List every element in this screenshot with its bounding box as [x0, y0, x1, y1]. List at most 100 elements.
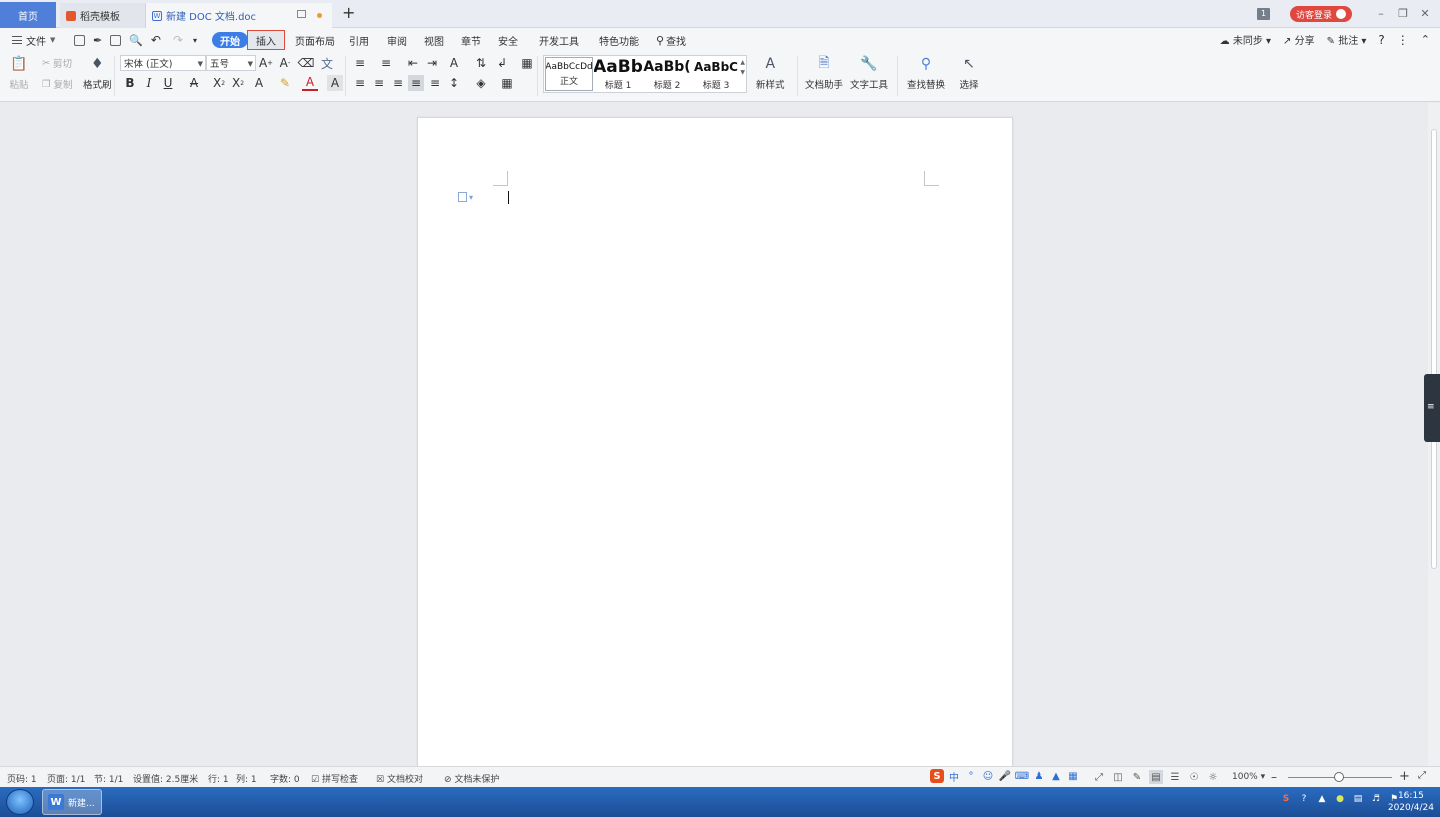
- justify-icon[interactable]: ≡: [408, 75, 424, 91]
- more-icon[interactable]: ⋮: [1397, 33, 1409, 47]
- volume-icon[interactable]: ♬: [1370, 793, 1382, 805]
- align-center-icon[interactable]: ≡: [371, 75, 387, 91]
- tab-start[interactable]: 开始: [212, 32, 248, 48]
- tab-developer[interactable]: 开发工具: [539, 32, 579, 48]
- font-name-select[interactable]: 宋体 (正文) ▼: [120, 55, 206, 71]
- shrink-font-icon[interactable]: A-: [277, 55, 293, 71]
- redo-icon[interactable]: ↷: [173, 33, 183, 47]
- minimize-icon[interactable]: –: [1370, 4, 1392, 22]
- align-right-icon[interactable]: ≡: [390, 75, 406, 91]
- clear-format-icon[interactable]: ⌫: [298, 55, 315, 71]
- increase-indent-icon[interactable]: ⇥: [424, 55, 440, 71]
- monitor-icon[interactable]: [297, 10, 306, 18]
- reading-view-icon[interactable]: ◫: [1111, 770, 1125, 784]
- side-panel-toggle[interactable]: ≡: [1424, 374, 1440, 442]
- protect-button[interactable]: ⊘ 文档未保护: [444, 772, 499, 785]
- sort-icon[interactable]: ⇅: [473, 55, 489, 71]
- close-icon[interactable]: ✕: [1414, 4, 1436, 22]
- chinese-mode-icon[interactable]: 中: [947, 769, 961, 784]
- bullet-list-icon[interactable]: ≡: [352, 55, 368, 71]
- cut-button[interactable]: ✂ 剪切: [42, 56, 72, 71]
- style-heading-2[interactable]: AaBb( 标题 2: [643, 57, 691, 91]
- bold-icon[interactable]: B: [122, 75, 138, 91]
- numbered-list-icon[interactable]: ≡: [378, 55, 394, 71]
- outline-view-icon[interactable]: ☰: [1168, 770, 1182, 784]
- print-icon[interactable]: [110, 34, 122, 46]
- restore-icon[interactable]: ❐: [1392, 4, 1414, 22]
- zoom-slider-knob[interactable]: [1334, 772, 1344, 782]
- scrollbar-thumb[interactable]: [1431, 129, 1437, 569]
- select-button[interactable]: ↖ 选择: [959, 54, 979, 91]
- zoom-in-icon[interactable]: +: [1399, 769, 1410, 784]
- undo-icon[interactable]: ↶: [151, 33, 161, 47]
- decrease-indent-icon[interactable]: ⇤: [405, 55, 421, 71]
- phonetic-icon[interactable]: 文: [319, 55, 335, 71]
- line-spacing-icon[interactable]: ↕: [446, 75, 462, 91]
- spell-check-button[interactable]: ☑ 拼写检查: [311, 772, 358, 785]
- strikethrough-icon[interactable]: A: [186, 75, 202, 91]
- taskbar-wps-item[interactable]: W 新建...: [42, 789, 102, 815]
- grow-font-icon[interactable]: A +: [258, 55, 274, 71]
- new-tab-button[interactable]: +: [342, 5, 355, 21]
- columns-icon[interactable]: ▦: [519, 55, 535, 71]
- share-button[interactable]: ↗ 分享: [1283, 32, 1315, 47]
- save-icon[interactable]: [74, 34, 85, 46]
- app-tray-icon[interactable]: ●: [1334, 793, 1346, 805]
- file-menu[interactable]: 文件 ▼: [12, 32, 55, 48]
- subscript-icon[interactable]: X2: [230, 75, 246, 91]
- network-icon[interactable]: ▤: [1352, 793, 1364, 805]
- tab-references[interactable]: 引用: [349, 32, 369, 48]
- fullscreen-icon[interactable]: ⤢: [1092, 770, 1106, 784]
- shading-icon[interactable]: ◈: [473, 75, 489, 91]
- proofread-button[interactable]: ☒ 文档校对: [376, 772, 423, 785]
- tab-document[interactable]: W 新建 DOC 文档.doc: [146, 3, 332, 28]
- new-style-button[interactable]: A 新样式: [756, 54, 785, 91]
- tab-insert[interactable]: 插入: [247, 30, 285, 50]
- start-button[interactable]: [6, 789, 34, 815]
- format-painter-icon[interactable]: ✒: [93, 34, 102, 47]
- collapse-ribbon-icon[interactable]: ⌃: [1421, 33, 1430, 46]
- tray-expand-icon[interactable]: ▲: [1316, 793, 1328, 805]
- format-painter-button[interactable]: ♦ 格式刷: [83, 54, 112, 91]
- italic-icon[interactable]: I: [141, 75, 157, 91]
- sogou-tray-icon[interactable]: S: [1280, 793, 1292, 805]
- document-area[interactable]: ▾: [0, 103, 1428, 777]
- punctuation-icon[interactable]: °: [964, 769, 978, 783]
- sync-button[interactable]: ☁ 未同步 ▾: [1220, 32, 1271, 47]
- paste-button[interactable]: 📋 粘贴: [9, 54, 29, 91]
- tab-template[interactable]: 稻壳模板: [60, 3, 146, 28]
- status-words[interactable]: 字数: 0: [270, 772, 300, 785]
- text-effect-icon[interactable]: A: [251, 75, 267, 91]
- font-color-icon[interactable]: A: [302, 75, 318, 91]
- zoom-out-icon[interactable]: –: [1271, 770, 1277, 784]
- web-view-icon[interactable]: ☉: [1187, 770, 1201, 784]
- style-normal[interactable]: AaBbCcDd 正文: [545, 57, 593, 91]
- doc-assistant-button[interactable]: 🗎 文档助手: [805, 54, 843, 91]
- write-view-icon[interactable]: ✎: [1130, 770, 1144, 784]
- highlight-icon[interactable]: ✎: [277, 75, 293, 91]
- align-left-icon[interactable]: ≡: [352, 75, 368, 91]
- char-shading-icon[interactable]: A: [327, 75, 343, 91]
- comment-button[interactable]: ✎ 批注 ▾: [1327, 32, 1367, 47]
- borders-icon[interactable]: ▦: [499, 75, 515, 91]
- tab-view[interactable]: 视图: [424, 32, 444, 48]
- skin-icon[interactable]: ▲: [1049, 769, 1063, 783]
- text-tools-button[interactable]: 🔧 文字工具: [850, 54, 888, 91]
- tab-review[interactable]: 审阅: [387, 32, 407, 48]
- document-page[interactable]: ▾: [417, 117, 1013, 777]
- keyboard-icon[interactable]: ⌨: [1015, 769, 1029, 783]
- distributed-icon[interactable]: ≡: [427, 75, 443, 91]
- find-replace-button[interactable]: ⚲ 查找替换: [907, 54, 945, 91]
- copy-button[interactable]: ❐ 复制: [42, 77, 73, 92]
- text-direction-icon[interactable]: A: [446, 55, 462, 71]
- eye-protect-icon[interactable]: ☼: [1206, 770, 1220, 784]
- style-heading-3[interactable]: AaBbC 标题 3: [692, 57, 740, 91]
- user-icon[interactable]: ♟: [1032, 769, 1046, 783]
- emoji-icon[interactable]: ☺: [981, 769, 995, 783]
- sogou-icon[interactable]: S: [930, 769, 944, 783]
- login-button[interactable]: 访客登录: [1290, 6, 1352, 22]
- help-tray-icon[interactable]: ?: [1298, 793, 1310, 805]
- tab-page-layout[interactable]: 页面布局: [295, 32, 335, 48]
- paragraph-handle[interactable]: ▾: [458, 191, 476, 203]
- toolbox-icon[interactable]: ▦: [1066, 769, 1080, 783]
